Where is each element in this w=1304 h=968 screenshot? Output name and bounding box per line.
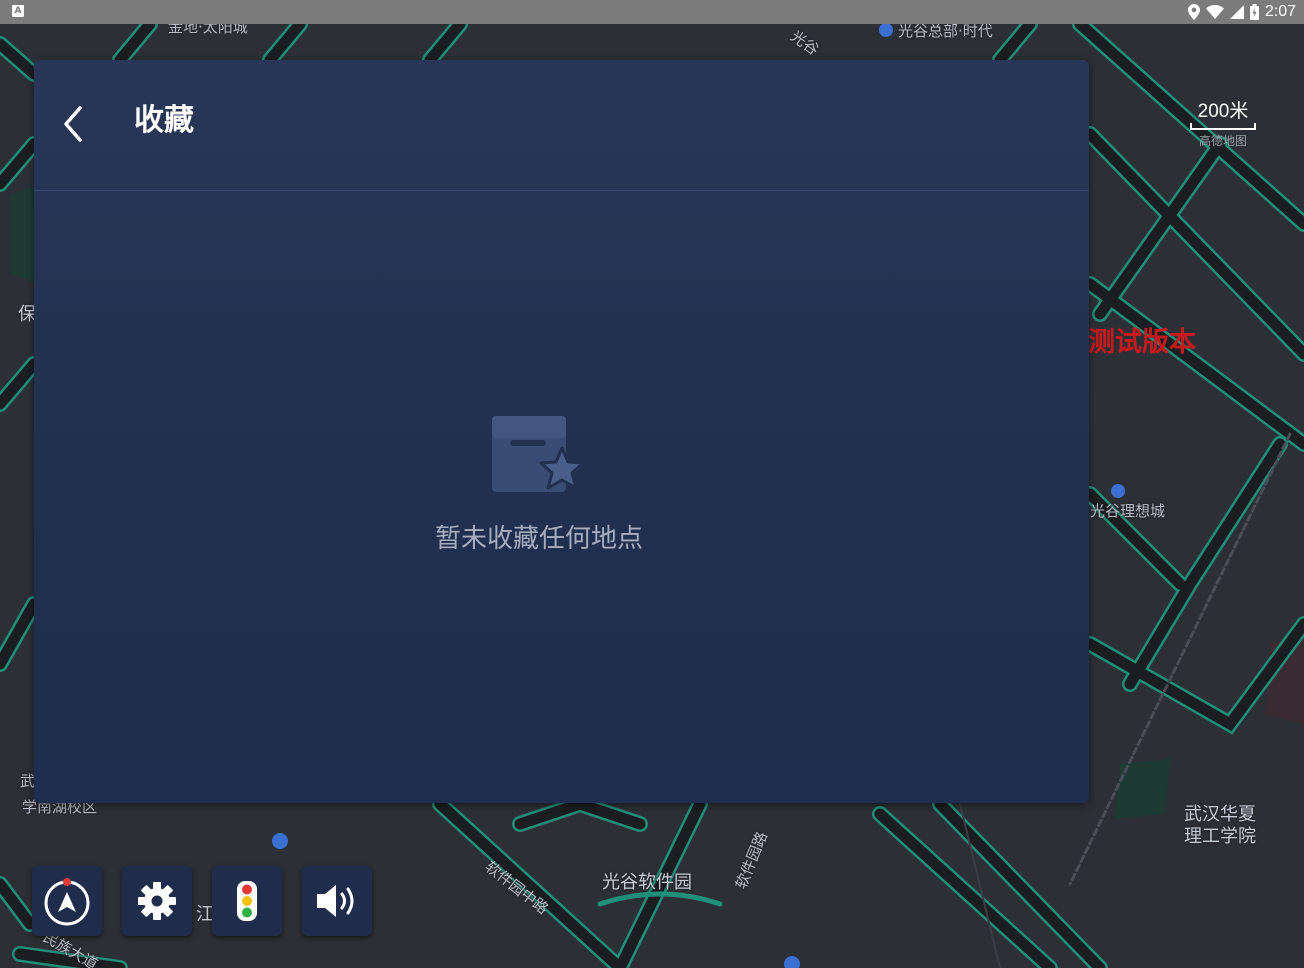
scale-bar: [1190, 123, 1256, 130]
map-brand: 高德地图: [1198, 134, 1247, 148]
status-time: 2:07: [1264, 3, 1296, 20]
signal-icon: [1229, 5, 1244, 19]
page-title: 收藏: [134, 103, 194, 138]
favorites-panel: 收藏 暂未收藏任何地点: [34, 60, 1089, 803]
speaker-icon: [317, 885, 354, 917]
compass-icon: [44, 878, 90, 926]
favorites-box-star-icon: [492, 416, 585, 492]
back-button[interactable]: [54, 100, 94, 148]
status-bar: A 2:07: [0, 0, 1304, 24]
scale-value: 200米: [1197, 101, 1249, 122]
settings-button[interactable]: [122, 866, 192, 936]
battery-icon: [1249, 4, 1259, 20]
map-label: 武: [20, 772, 36, 790]
traffic-light-icon: [237, 881, 257, 921]
test-version-watermark: 测试版本: [1088, 327, 1196, 358]
gear-icon: [138, 882, 176, 920]
navigation-screen: A 2:07 金地·太阳城 光谷总部·时代 光谷 保 光谷理想城 武 学南湖校区…: [0, 0, 1304, 968]
traffic-button[interactable]: [212, 866, 282, 936]
compass-button[interactable]: [32, 866, 102, 936]
chevron-left-icon: [64, 106, 82, 142]
panel-header: 收藏: [34, 60, 1089, 191]
location-icon: [1187, 4, 1200, 20]
volume-button[interactable]: [302, 866, 372, 936]
map-label: 理工学院: [1184, 826, 1256, 847]
wifi-icon: [1205, 5, 1224, 19]
map-label: 光谷软件园: [602, 872, 692, 893]
map-scale: 200米 高德地图: [1190, 96, 1256, 149]
app-notification-icon: A: [12, 5, 24, 17]
empty-message: 暂未收藏任何地点: [434, 524, 643, 554]
status-icons: 2:07: [1187, 2, 1296, 22]
map-label: 光谷理想城: [1090, 502, 1166, 520]
